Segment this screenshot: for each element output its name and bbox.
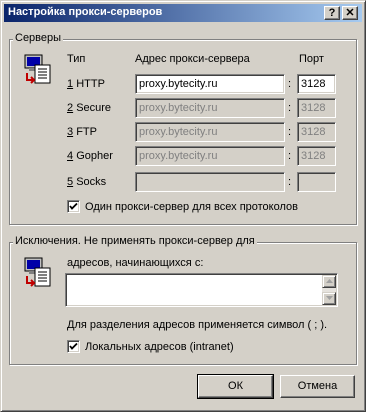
secure-address-input[interactable]: proxy.bytecity.ru — [135, 98, 285, 118]
secure-port-input[interactable]: 3128 — [297, 98, 336, 118]
proxy-settings-dialog: Настройка прокси-серверов ? ✕ Серверы Ти… — [0, 0, 366, 412]
ftp-label: 3 FTP — [67, 126, 97, 138]
close-button[interactable]: ✕ — [342, 6, 358, 20]
port-column-header: Порт — [299, 53, 324, 65]
title-bar[interactable]: Настройка прокси-серверов ? ✕ — [4, 4, 362, 22]
gopher-label: 4 Gopher — [67, 150, 113, 162]
secure-port-separator: : — [288, 102, 292, 114]
exceptions-group-label: Исключения. Не применять прокси-сервер д… — [13, 235, 257, 247]
exceptions-textarea[interactable] — [65, 273, 338, 307]
http-label: 1 HTTP — [67, 78, 105, 90]
local-addresses-checkbox[interactable] — [67, 340, 80, 353]
ftp-port-input[interactable]: 3128 — [297, 122, 336, 142]
socks-label: 5 Socks — [67, 176, 107, 188]
ftp-port-separator: : — [288, 126, 292, 138]
http-port-separator: : — [288, 78, 292, 90]
same-proxy-checkbox[interactable] — [67, 200, 80, 213]
window-title: Настройка прокси-серверов — [8, 6, 163, 18]
socks-port-separator: : — [288, 176, 292, 188]
socks-address-input[interactable] — [135, 172, 285, 192]
exceptions-prompt: адресов, начинающихся с: — [67, 257, 204, 269]
secure-label: 2 Secure — [67, 102, 112, 114]
exceptions-network-icon — [24, 257, 51, 287]
scroll-up-button[interactable] — [322, 275, 336, 288]
address-column-header: Адрес прокси-сервера — [135, 53, 250, 65]
http-port-input[interactable]: 3128 — [297, 74, 336, 94]
checkmark-icon — [69, 202, 78, 210]
servers-group-label: Серверы — [13, 32, 64, 44]
ftp-address-input[interactable]: proxy.bytecity.ru — [135, 122, 285, 142]
arrow-down-icon — [326, 296, 333, 300]
local-addresses-label[interactable]: Локальных адресов (intranet) — [85, 341, 234, 353]
scroll-down-button[interactable] — [322, 292, 336, 305]
socks-port-input[interactable] — [297, 172, 336, 192]
exceptions-scrollbar[interactable] — [322, 275, 336, 305]
checkmark-icon — [69, 342, 78, 350]
cancel-button[interactable]: Отмена — [280, 375, 355, 398]
arrow-up-icon — [326, 279, 333, 283]
network-proxy-icon — [24, 54, 51, 84]
type-column-header: Тип — [67, 53, 86, 65]
gopher-port-separator: : — [288, 150, 292, 162]
ok-button[interactable]: ОК — [197, 374, 274, 399]
gopher-port-input[interactable]: 3128 — [297, 146, 336, 166]
exceptions-hint: Для разделения адресов применяется симво… — [67, 319, 328, 331]
http-address-input[interactable]: proxy.bytecity.ru — [135, 74, 285, 94]
same-proxy-label[interactable]: Один прокси-сервер для всех протоколов — [85, 201, 298, 213]
gopher-address-input[interactable]: proxy.bytecity.ru — [135, 146, 285, 166]
help-button[interactable]: ? — [324, 6, 340, 20]
